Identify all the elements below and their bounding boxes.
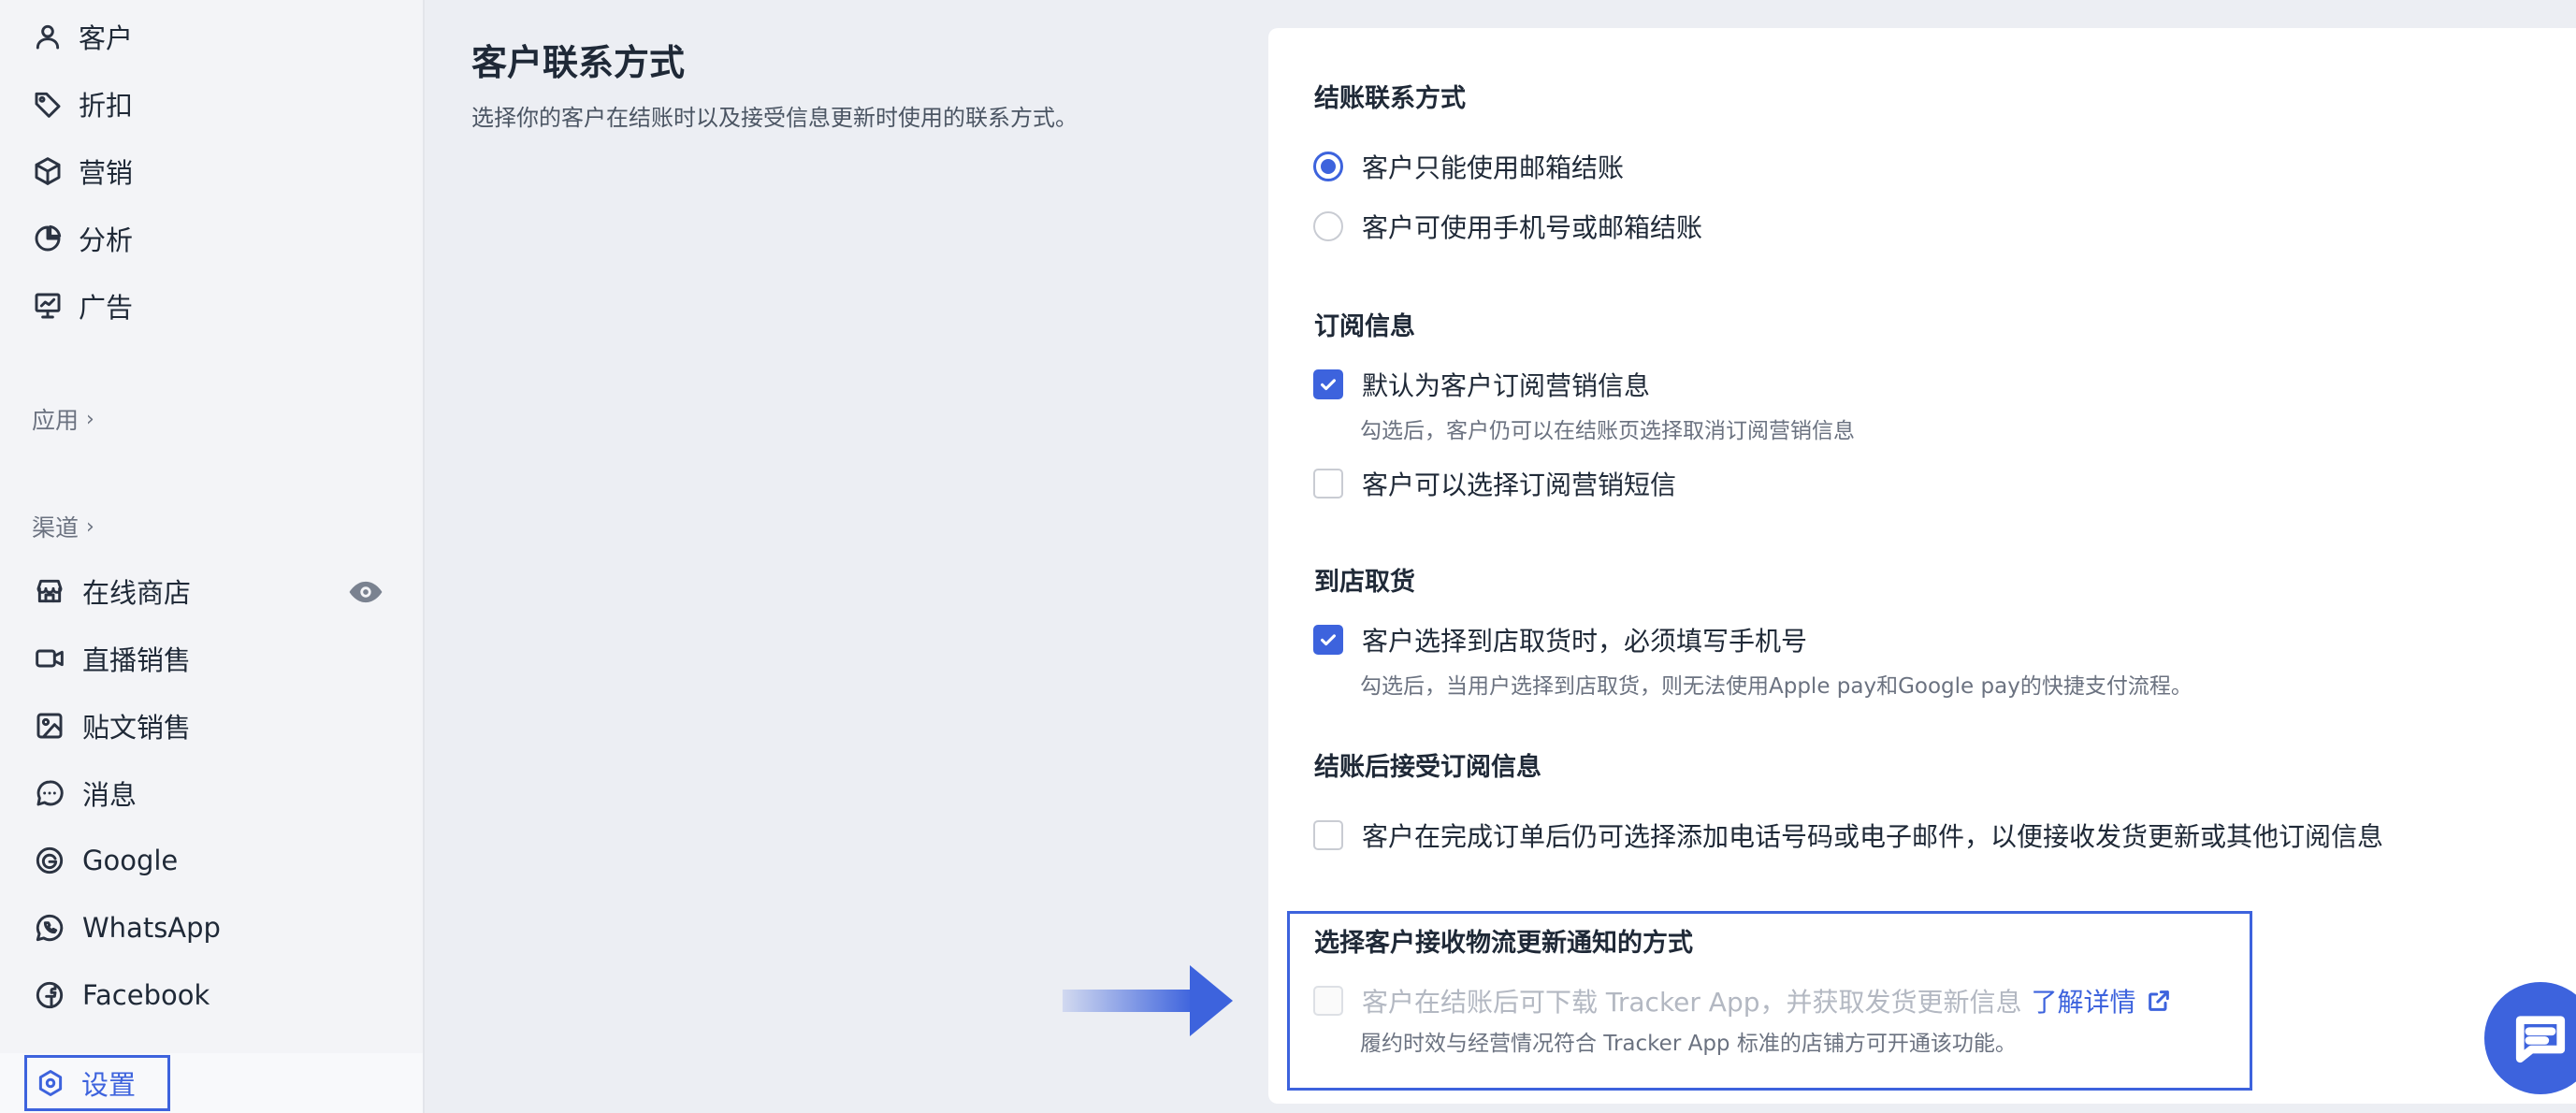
checkbox-label: 客户可以选择订阅营销短信 — [1362, 470, 1677, 500]
sidebar-item-marketing[interactable]: 营销 — [32, 145, 133, 197]
video-icon — [34, 643, 65, 674]
checkbox-checked[interactable] — [1313, 625, 1343, 655]
checkbox-post-checkout-contact[interactable]: 客户在完成订单后仍可选择添加电话号码或电子邮件，以便接收发货更新或其他订阅信息 — [1313, 817, 2383, 854]
sidebar-item-label: 贴文销售 — [82, 712, 192, 744]
checkbox-default-subscribe[interactable]: 默认为客户订阅营销信息 — [1313, 366, 1650, 403]
checkbox-sms-subscribe[interactable]: 客户可以选择订阅营销短信 — [1313, 465, 1676, 502]
subscription-title: 订阅信息 — [1314, 312, 1415, 341]
sidebar-item-messages[interactable]: 消息 — [34, 767, 137, 819]
gear-icon — [36, 1067, 68, 1099]
checkout-contact-title: 结账联系方式 — [1314, 84, 1466, 113]
sidebar-item-settings[interactable]: 设置 — [24, 1055, 170, 1111]
checkbox-checked[interactable] — [1313, 369, 1343, 399]
radio-label: 客户只能使用邮箱结账 — [1362, 152, 1625, 183]
sidebar-item-analytics[interactable]: 分析 — [32, 212, 133, 265]
radio-unselected[interactable] — [1313, 211, 1343, 241]
image-icon — [34, 710, 65, 742]
pickup-title: 到店取货 — [1314, 568, 1415, 597]
sidebar-item-label: 营销 — [79, 157, 134, 189]
logistics-title: 选择客户接收物流更新通知的方式 — [1314, 929, 1693, 958]
sidebar-item-label: 广告 — [79, 292, 134, 324]
user-icon — [32, 21, 64, 52]
tag-icon — [32, 88, 64, 120]
sidebar-item-label: 直播销售 — [82, 644, 192, 676]
default-subscribe-hint: 勾选后，客户仍可以在结账页选择取消订阅营销信息 — [1360, 419, 1855, 443]
sidebar-item-label: 客户 — [79, 22, 134, 54]
pointer-arrow-icon — [1063, 965, 1233, 1036]
sidebar-item-facebook[interactable]: Facebook — [34, 969, 210, 1021]
sidebar-item-label: 在线商店 — [82, 577, 192, 609]
checkbox-unchecked[interactable] — [1313, 469, 1343, 499]
checkbox-label: 客户在结账后可下载 Tracker App，并获取发货更新信息 — [1362, 987, 2022, 1018]
checkbox-pickup-phone-required[interactable]: 客户选择到店取货时，必须填写手机号 — [1313, 621, 1807, 658]
tracker-hint: 履约时效与经营情况符合 Tracker App 标准的店铺方可开通该功能。 — [1360, 1032, 2017, 1056]
sidebar-item-ads[interactable]: 广告 — [32, 280, 133, 332]
cube-icon — [32, 155, 64, 187]
pickup-hint: 勾选后，当用户选择到店取货，则无法使用Apple pay和Google pay的… — [1360, 674, 2192, 699]
checkbox-tracker-app[interactable]: 客户在结账后可下载 Tracker App，并获取发货更新信息 了解详情 — [1313, 982, 2172, 1019]
facebook-icon — [34, 979, 65, 1011]
radio-selected[interactable] — [1313, 152, 1343, 181]
store-icon — [34, 575, 65, 607]
sidebar-item-label: 折扣 — [79, 90, 134, 122]
apps-section-label: 应用 — [32, 407, 80, 434]
whatsapp-icon — [34, 912, 65, 944]
learn-more-link[interactable]: 了解详情 — [2032, 982, 2172, 1019]
checkbox-label: 客户在完成订单后仍可选择添加电话号码或电子邮件，以便接收发货更新或其他订阅信息 — [1362, 821, 2384, 852]
chat-bubble-icon — [34, 777, 65, 809]
check-icon — [1321, 634, 1336, 646]
sidebar-item-post-selling[interactable]: 贴文销售 — [34, 700, 191, 752]
learn-more-label: 了解详情 — [2031, 987, 2136, 1018]
chevron-right-icon: › — [86, 514, 94, 539]
radio-label: 客户可使用手机号或邮箱结账 — [1362, 212, 1703, 243]
radio-email-only[interactable]: 客户只能使用邮箱结账 — [1313, 148, 1624, 185]
post-checkout-title: 结账后接受订阅信息 — [1314, 753, 1541, 782]
sidebar-item-discounts[interactable]: 折扣 — [32, 78, 133, 130]
sidebar-item-label: WhatsApp — [82, 912, 221, 944]
checkbox-disabled[interactable] — [1313, 986, 1343, 1016]
chat-icon — [2515, 1016, 2566, 1063]
checkbox-label: 客户选择到店取货时，必须填写手机号 — [1362, 626, 1808, 657]
presentation-icon — [32, 290, 64, 322]
external-link-icon — [2148, 990, 2169, 1011]
check-icon — [1321, 379, 1336, 391]
google-icon — [34, 845, 65, 876]
channels-section-label: 渠道 — [32, 514, 80, 542]
page-description: 选择你的客户在结账时以及接受信息更新时使用的联系方式。 — [471, 105, 1078, 131]
sidebar-item-google[interactable]: Google — [34, 834, 178, 887]
chevron-right-icon: › — [86, 407, 94, 431]
sidebar-item-customers[interactable]: 客户 — [32, 10, 133, 63]
sidebar-item-label: 设置 — [81, 1069, 137, 1101]
sidebar-item-label: 消息 — [82, 779, 137, 811]
pie-chart-icon — [32, 223, 64, 254]
sidebar-item-whatsapp[interactable]: WhatsApp — [34, 902, 221, 954]
checkbox-unchecked[interactable] — [1313, 820, 1343, 850]
sidebar-item-label: 分析 — [79, 224, 134, 256]
sidebar-item-label: Google — [82, 845, 179, 876]
sidebar-item-online-store[interactable]: 在线商店 — [34, 565, 191, 617]
page-title: 客户联系方式 — [471, 42, 686, 83]
eye-icon[interactable] — [348, 574, 384, 610]
checkbox-label: 默认为客户订阅营销信息 — [1362, 370, 1651, 401]
sidebar-item-live-selling[interactable]: 直播销售 — [34, 632, 191, 685]
radio-phone-or-email[interactable]: 客户可使用手机号或邮箱结账 — [1313, 208, 1702, 245]
sidebar-item-label: Facebook — [82, 979, 210, 1011]
